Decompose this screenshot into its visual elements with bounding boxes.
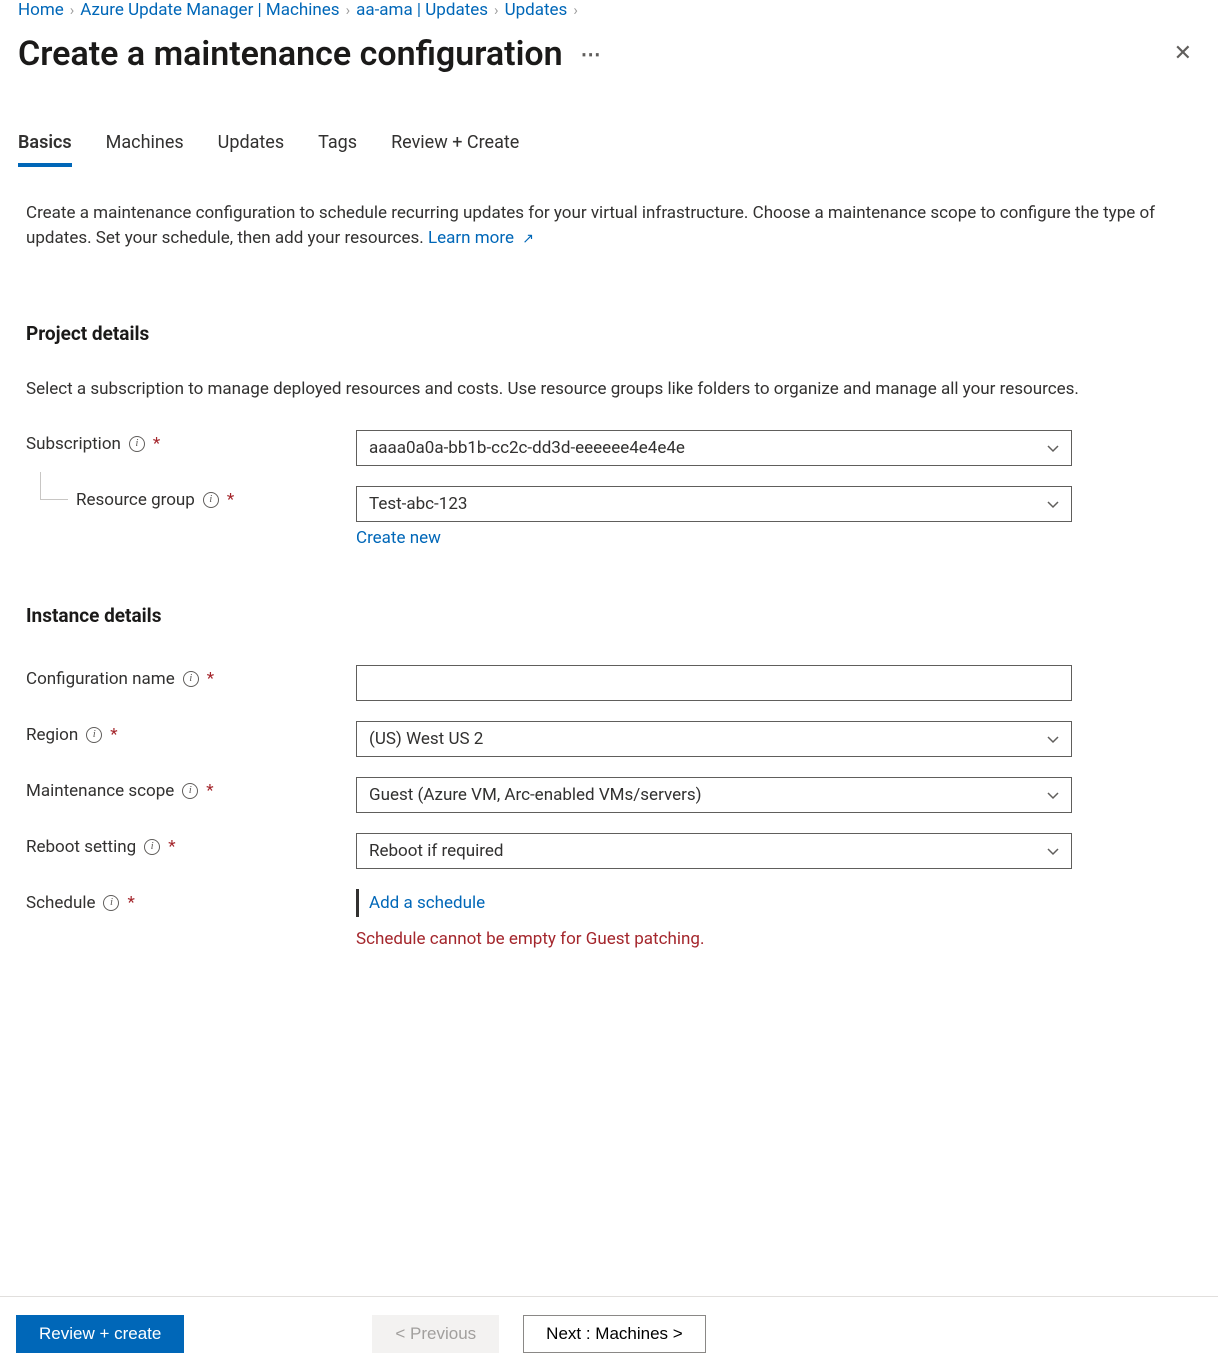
info-icon[interactable]: i [86, 727, 102, 743]
schedule-label-text: Schedule [26, 893, 95, 913]
section-instance-details: Instance details Configuration name i * [18, 604, 1200, 949]
subscription-select[interactable]: aaaa0a0a-bb1b-cc2c-dd3d-eeeeee4e4e4e [356, 430, 1072, 466]
tabs: Basics Machines Updates Tags Review + Cr… [18, 132, 1200, 167]
resource-group-label: Resource group i * [26, 486, 356, 510]
info-icon[interactable]: i [103, 895, 119, 911]
required-indicator: * [206, 781, 213, 801]
intro-text: Create a maintenance configuration to sc… [18, 201, 1176, 250]
intro-body: Create a maintenance configuration to sc… [26, 203, 1155, 248]
chevron-right-icon: › [70, 1, 75, 19]
close-icon[interactable]: ✕ [1166, 39, 1200, 69]
tree-line [40, 472, 68, 500]
required-indicator: * [110, 725, 117, 745]
info-icon[interactable]: i [144, 839, 160, 855]
maintenance-scope-label-text: Maintenance scope [26, 781, 174, 801]
reboot-setting-label-text: Reboot setting [26, 837, 136, 857]
resource-group-label-text: Resource group [76, 490, 195, 510]
learn-more-label: Learn more [428, 228, 514, 248]
breadcrumb-aa-ama[interactable]: aa-ama | Updates [356, 0, 488, 20]
maintenance-scope-value: Guest (Azure VM, Arc-enabled VMs/servers… [369, 785, 702, 805]
reboot-setting-value: Reboot if required [369, 841, 503, 861]
tab-machines[interactable]: Machines [106, 132, 184, 167]
region-label: Region i * [26, 721, 356, 745]
resource-group-value: Test-abc-123 [369, 494, 467, 514]
previous-button: < Previous [372, 1315, 499, 1353]
footer: Review + create < Previous Next : Machin… [0, 1296, 1218, 1371]
tab-review-create[interactable]: Review + Create [391, 132, 519, 167]
page-title-text: Create a maintenance configuration [18, 34, 563, 74]
region-select[interactable]: (US) West US 2 [356, 721, 1072, 757]
maintenance-scope-select[interactable]: Guest (Azure VM, Arc-enabled VMs/servers… [356, 777, 1072, 813]
region-label-text: Region [26, 725, 78, 745]
breadcrumb: Home › Azure Update Manager | Machines ›… [18, 0, 1200, 20]
required-indicator: * [127, 893, 134, 913]
info-icon[interactable]: i [129, 436, 145, 452]
chevron-right-icon: › [573, 1, 578, 19]
info-icon[interactable]: i [183, 671, 199, 687]
project-details-heading: Project details [26, 322, 1200, 345]
required-indicator: * [153, 434, 160, 454]
region-value: (US) West US 2 [369, 729, 483, 749]
instance-details-heading: Instance details [26, 604, 1200, 627]
chevron-down-icon [1047, 841, 1059, 861]
breadcrumb-updates[interactable]: Updates [505, 0, 568, 20]
chevron-down-icon [1047, 785, 1059, 805]
required-indicator: * [207, 669, 214, 689]
tab-basics[interactable]: Basics [18, 132, 72, 167]
breadcrumb-update-manager[interactable]: Azure Update Manager | Machines [80, 0, 339, 20]
next-button[interactable]: Next : Machines > [523, 1315, 706, 1353]
section-project-details: Project details Select a subscription to… [18, 322, 1200, 548]
subscription-value: aaaa0a0a-bb1b-cc2c-dd3d-eeeeee4e4e4e [369, 438, 685, 458]
breadcrumb-home[interactable]: Home [18, 0, 64, 20]
add-schedule-link[interactable]: Add a schedule [369, 893, 1200, 913]
chevron-down-icon [1047, 438, 1059, 458]
external-link-icon: ↗ [522, 231, 534, 247]
tab-updates[interactable]: Updates [218, 132, 284, 167]
more-options-icon[interactable]: ⋯ [581, 42, 602, 66]
info-icon[interactable]: i [203, 492, 219, 508]
required-indicator: * [168, 837, 175, 857]
configuration-name-input[interactable] [356, 665, 1072, 701]
reboot-setting-label: Reboot setting i * [26, 833, 356, 857]
configuration-name-label-text: Configuration name [26, 669, 175, 689]
project-details-desc: Select a subscription to manage deployed… [26, 377, 1177, 402]
info-icon[interactable]: i [182, 783, 198, 799]
tab-tags[interactable]: Tags [318, 132, 357, 167]
create-new-rg-link[interactable]: Create new [356, 528, 1200, 548]
chevron-down-icon [1047, 729, 1059, 749]
subscription-label-text: Subscription [26, 434, 121, 454]
subscription-label: Subscription i * [26, 430, 356, 454]
chevron-down-icon [1047, 494, 1059, 514]
chevron-right-icon: › [494, 1, 499, 19]
learn-more-link[interactable]: Learn more ↗ [428, 228, 534, 248]
resource-group-select[interactable]: Test-abc-123 [356, 486, 1072, 522]
chevron-right-icon: › [346, 1, 351, 19]
reboot-setting-select[interactable]: Reboot if required [356, 833, 1072, 869]
schedule-label: Schedule i * [26, 889, 356, 913]
required-indicator: * [227, 490, 234, 510]
schedule-box: Add a schedule [356, 889, 1200, 917]
maintenance-scope-label: Maintenance scope i * [26, 777, 356, 801]
page-title: Create a maintenance configuration ⋯ [18, 34, 602, 74]
review-create-button[interactable]: Review + create [16, 1315, 184, 1353]
schedule-error: Schedule cannot be empty for Guest patch… [356, 929, 1200, 949]
configuration-name-label: Configuration name i * [26, 665, 356, 689]
